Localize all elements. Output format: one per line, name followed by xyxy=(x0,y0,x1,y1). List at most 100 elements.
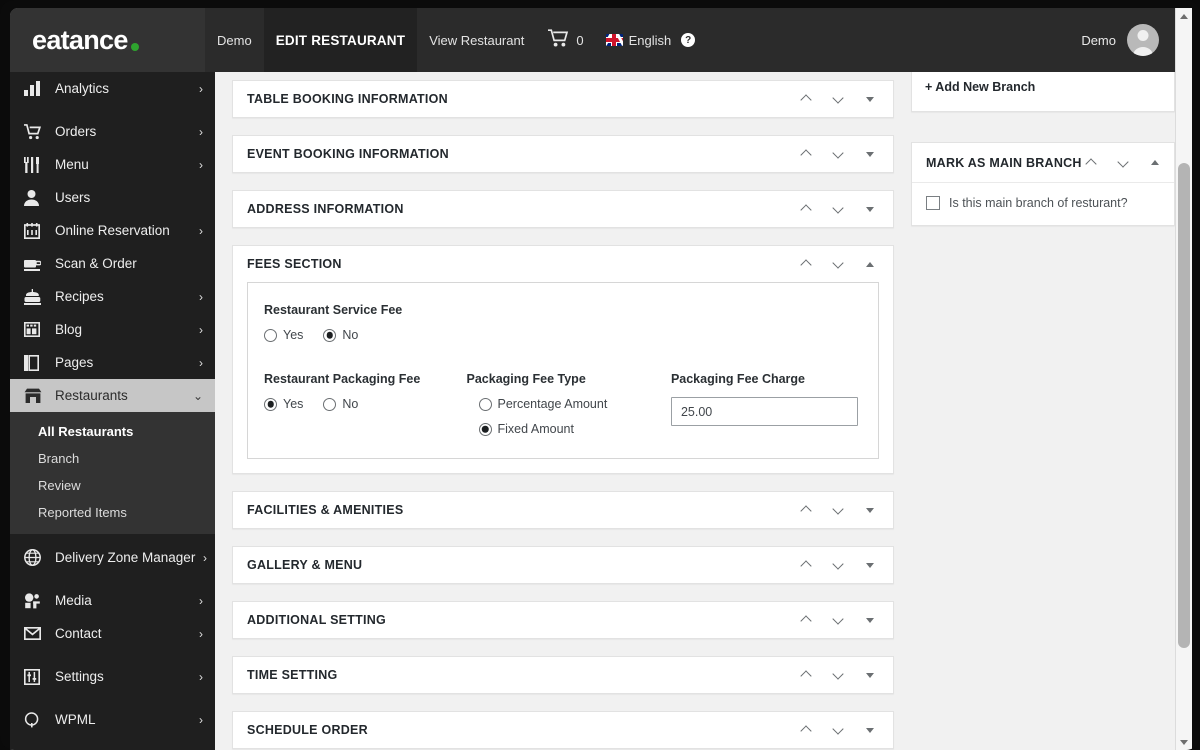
nav-edit-restaurant[interactable]: EDIT RESTAURANT xyxy=(263,8,418,72)
packaging-fee-no-option[interactable]: No xyxy=(323,397,358,411)
move-down-button[interactable] xyxy=(829,145,847,163)
sidebar-label: Restaurants xyxy=(55,388,128,403)
move-up-button[interactable] xyxy=(797,145,815,163)
panel-header-mark-as-main-branch[interactable]: MARK AS MAIN BRANCH xyxy=(912,143,1174,182)
toggle-panel-button[interactable] xyxy=(861,200,879,218)
sidebar-subitem-branch[interactable]: Branch xyxy=(10,445,215,472)
sidebar-label: Delivery Zone Manager xyxy=(55,550,196,565)
panel-header-fees-section[interactable]: FEES SECTION xyxy=(233,246,893,282)
sidebar-subitem-all-restaurants[interactable]: All Restaurants xyxy=(10,418,215,445)
language-switcher[interactable]: English ? xyxy=(596,8,706,72)
service-fee-yes-option[interactable]: Yes xyxy=(264,328,303,342)
move-up-button[interactable] xyxy=(797,501,815,519)
panel-header-table-booking-information[interactable]: TABLE BOOKING INFORMATION xyxy=(233,81,893,117)
packaging-fee-type-radio-group: Percentage Amount Fixed Amount xyxy=(467,397,671,436)
move-up-button[interactable] xyxy=(797,90,815,108)
move-down-button[interactable] xyxy=(829,90,847,108)
sidebar-item-delivery-zone-manager[interactable]: Delivery Zone Manager › xyxy=(10,541,215,574)
move-down-button[interactable] xyxy=(829,666,847,684)
sidebar-item-users[interactable]: Users xyxy=(10,181,215,214)
toggle-panel-button[interactable] xyxy=(861,90,879,108)
panel-table-booking-information: TABLE BOOKING INFORMATION xyxy=(232,80,894,118)
move-down-button[interactable] xyxy=(829,200,847,218)
panel-header-time-setting[interactable]: TIME SETTING xyxy=(233,657,893,693)
move-down-button[interactable] xyxy=(829,501,847,519)
sidebar-subitem-reported-items[interactable]: Reported Items xyxy=(10,499,215,526)
sidebar-item-orders[interactable]: Orders › xyxy=(10,115,215,148)
move-down-button[interactable] xyxy=(829,255,847,273)
service-fee-no-option[interactable]: No xyxy=(323,328,358,342)
percentage-amount-option[interactable]: Percentage Amount xyxy=(478,397,671,411)
site-logo[interactable]: eatance xyxy=(10,8,205,72)
scroll-up-button[interactable] xyxy=(1176,8,1192,24)
packaging-fee-charge-input[interactable] xyxy=(670,397,858,426)
fixed-amount-option[interactable]: Fixed Amount xyxy=(478,422,671,436)
page-scrollbar[interactable] xyxy=(1175,8,1192,750)
toggle-panel-button[interactable] xyxy=(861,666,879,684)
move-up-button[interactable] xyxy=(1082,154,1100,172)
packaging-fee-yes-option[interactable]: Yes xyxy=(264,397,303,411)
nav-demo[interactable]: Demo xyxy=(205,8,264,72)
sidebar-item-media[interactable]: Media › xyxy=(10,584,215,617)
move-up-button[interactable] xyxy=(797,556,815,574)
panel-tools xyxy=(797,501,879,519)
toggle-panel-button[interactable] xyxy=(861,255,879,273)
cart-button[interactable]: 0 xyxy=(536,8,595,72)
move-up-button[interactable] xyxy=(797,666,815,684)
move-up-button[interactable] xyxy=(797,255,815,273)
panel-header-facilities-and-amenities[interactable]: FACILITIES & AMENITIES xyxy=(233,492,893,528)
panel-header-event-booking-information[interactable]: EVENT BOOKING INFORMATION xyxy=(233,136,893,172)
move-up-button[interactable] xyxy=(797,611,815,629)
scrollbar-thumb[interactable] xyxy=(1178,163,1190,648)
nav-view-restaurant[interactable]: View Restaurant xyxy=(417,8,536,72)
toggle-panel-button[interactable] xyxy=(861,611,879,629)
help-icon[interactable]: ? xyxy=(681,33,696,47)
chevron-down-icon xyxy=(833,670,843,680)
avatar[interactable] xyxy=(1127,24,1159,56)
add-new-branch-link[interactable]: + Add New Branch xyxy=(912,67,1174,111)
sidebar-item-online-reservation[interactable]: Online Reservation › xyxy=(10,214,215,247)
sidebar-item-wpml[interactable]: WPML › xyxy=(10,703,215,736)
move-down-button[interactable] xyxy=(829,556,847,574)
sidebar-item-pages[interactable]: Pages › xyxy=(10,346,215,379)
scroll-down-button[interactable] xyxy=(1176,734,1192,750)
triangle-up-icon xyxy=(1150,160,1159,165)
chevron-up-icon xyxy=(801,94,811,104)
sidebar-item-contact[interactable]: Contact › xyxy=(10,617,215,650)
move-down-button[interactable] xyxy=(829,721,847,739)
sidebar-item-settings[interactable]: Settings › xyxy=(10,660,215,693)
toggle-panel-button[interactable] xyxy=(861,145,879,163)
sidebar-item-recipes[interactable]: Recipes › xyxy=(10,280,215,313)
sidebar-label: Settings xyxy=(55,669,104,684)
toggle-panel-button[interactable] xyxy=(1146,154,1164,172)
submenu-label: Reported Items xyxy=(38,505,127,520)
panel-header-additional-setting[interactable]: ADDITIONAL SETTING xyxy=(233,602,893,638)
panel-header-address-information[interactable]: ADDRESS INFORMATION xyxy=(233,191,893,227)
move-down-button[interactable] xyxy=(829,611,847,629)
sidebar-item-scan-and-order[interactable]: Scan & Order xyxy=(10,247,215,280)
sidebar-subitem-review[interactable]: Review xyxy=(10,472,215,499)
main-content: REVIEWS TABLE BOOKING INFORMATION xyxy=(215,8,1175,750)
chevron-down-icon xyxy=(833,505,843,515)
move-up-button[interactable] xyxy=(797,200,815,218)
toggle-panel-button[interactable] xyxy=(861,501,879,519)
sidebar-label: Online Reservation xyxy=(55,223,170,238)
sidebar-item-restaurants[interactable]: Restaurants ⌄ xyxy=(10,379,215,412)
toggle-panel-button[interactable] xyxy=(861,556,879,574)
move-up-button[interactable] xyxy=(797,721,815,739)
toggle-panel-button[interactable] xyxy=(861,721,879,739)
panel-title: FEES SECTION xyxy=(247,257,342,271)
panel-header-schedule-order[interactable]: SCHEDULE ORDER xyxy=(233,712,893,748)
chevron-right-icon: › xyxy=(199,626,203,641)
radio-indicator xyxy=(323,397,337,411)
sidebar-item-menu[interactable]: Menu › xyxy=(10,148,215,181)
sidebar-label: Analytics xyxy=(55,81,110,96)
move-down-button[interactable] xyxy=(1114,154,1132,172)
sidebar-item-blog[interactable]: Blog › xyxy=(10,313,215,346)
panel-header-gallery-and-menu[interactable]: GALLERY & MENU xyxy=(233,547,893,583)
sidebar-item-analytics[interactable]: Analytics › xyxy=(10,72,215,105)
packaging-fee-type-column: Packaging Fee Type Percentage Amount Fix… xyxy=(467,372,671,436)
logo-dot-icon xyxy=(130,42,139,51)
envelope-icon xyxy=(24,627,46,640)
main-branch-checkbox-row[interactable]: Is this main branch of resturant? xyxy=(912,183,1174,225)
